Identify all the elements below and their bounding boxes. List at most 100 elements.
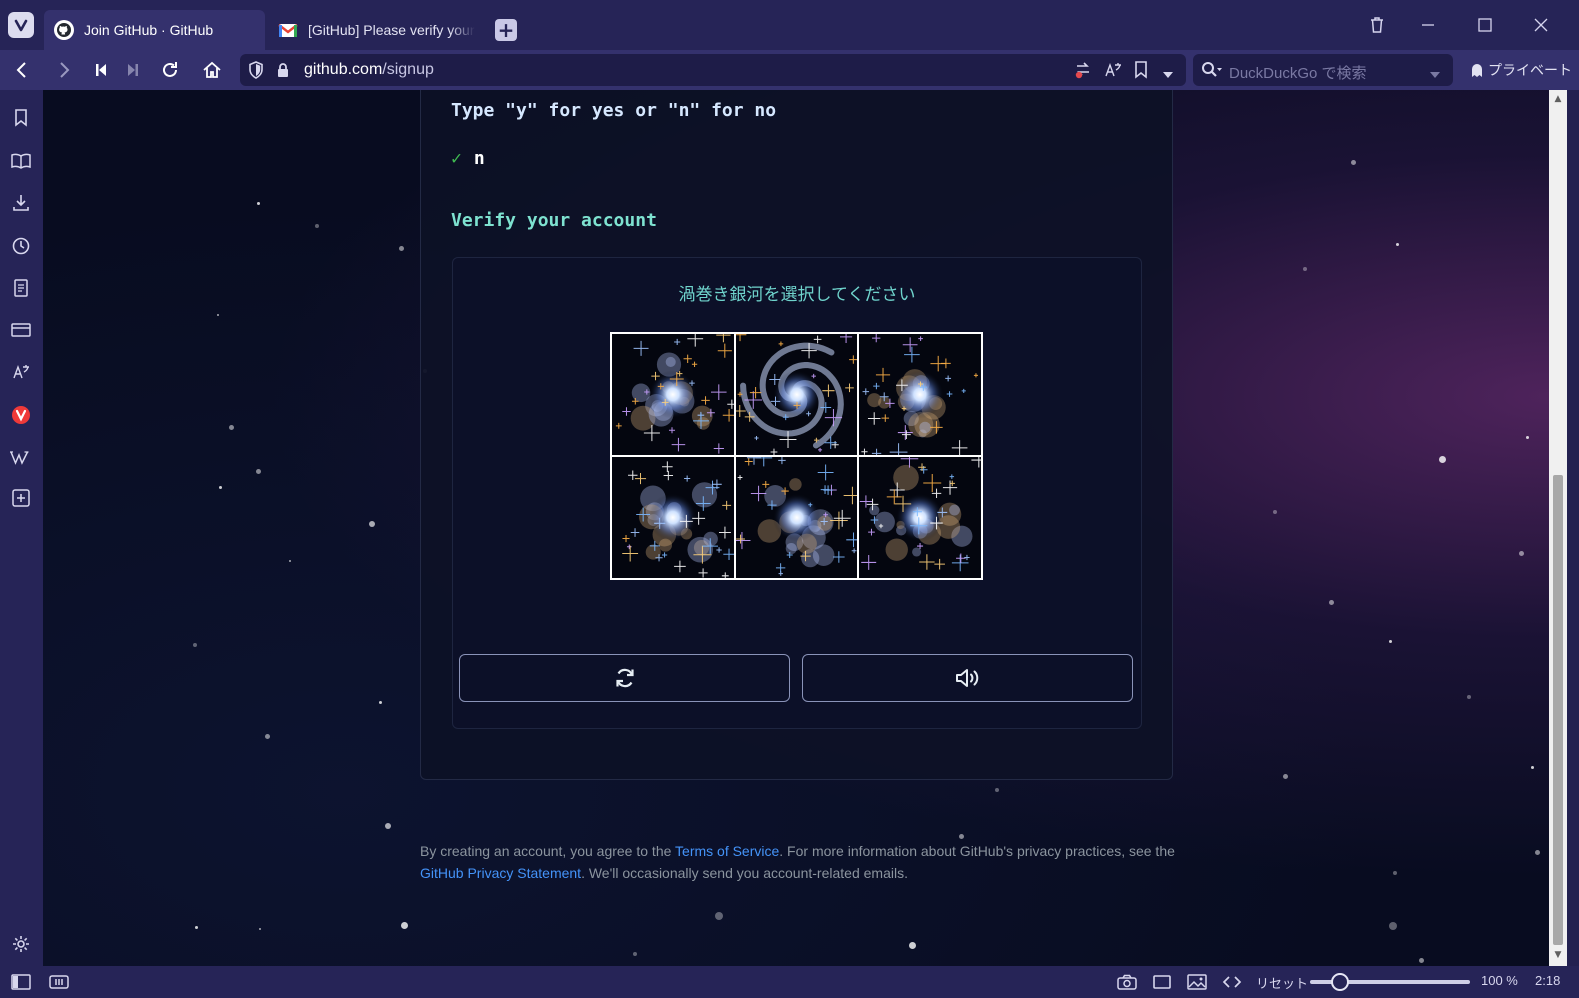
page-tiling-icon[interactable] — [1151, 972, 1173, 992]
private-label: プライベート — [1488, 62, 1572, 78]
captcha-image-grid — [610, 332, 983, 580]
window-panel-icon[interactable] — [8, 317, 34, 343]
privacy-statement-link[interactable]: GitHub Privacy Statement — [420, 865, 581, 881]
galaxy-tile-2[interactable] — [735, 334, 858, 455]
fast-forward-icon[interactable] — [119, 56, 147, 84]
translate-blocked-icon[interactable] — [1074, 61, 1092, 83]
star — [256, 469, 261, 474]
vivaldi-menu-icon[interactable] — [8, 12, 34, 38]
zoom-slider-knob[interactable] — [1331, 973, 1349, 991]
notes-icon[interactable] — [8, 275, 34, 301]
tab-join-github[interactable]: Join GitHub · GitHub — [44, 10, 265, 50]
star — [1303, 267, 1307, 271]
maximize-icon[interactable] — [1470, 12, 1500, 38]
vivaldi-web-panel-icon[interactable] — [8, 402, 34, 428]
terms-of-service-link[interactable]: Terms of Service — [675, 843, 779, 859]
galaxy-tile-1[interactable] — [612, 334, 734, 455]
galaxy-tile-4[interactable] — [612, 457, 734, 578]
answer-row: ✓ n — [451, 148, 485, 169]
images-icon[interactable] — [1186, 972, 1208, 992]
reload-icon[interactable] — [156, 56, 184, 84]
star — [715, 912, 723, 920]
home-icon[interactable] — [198, 56, 226, 84]
add-web-panel-icon[interactable] — [8, 485, 34, 511]
tab-github-verify-email[interactable]: [GitHub] Please verify your — [268, 10, 484, 50]
lock-icon[interactable] — [276, 62, 290, 82]
star — [399, 246, 404, 251]
star — [385, 823, 391, 829]
vertical-scrollbar[interactable]: ▲ ▼ — [1549, 90, 1567, 966]
galaxy-tile-3[interactable] — [859, 334, 981, 455]
star — [1393, 871, 1397, 875]
star — [1526, 436, 1529, 439]
galaxy-image — [859, 334, 981, 455]
star — [1531, 766, 1534, 769]
wikipedia-panel-icon[interactable] — [8, 444, 34, 470]
speaker-icon — [955, 669, 978, 687]
close-icon[interactable] — [1526, 12, 1556, 38]
star — [1283, 774, 1288, 779]
bookmarks-panel-icon[interactable] — [8, 105, 34, 131]
search-dropdown-icon[interactable] — [1429, 65, 1441, 84]
star — [1519, 551, 1524, 556]
refresh-icon — [615, 668, 634, 688]
search-icon[interactable] — [1201, 61, 1223, 83]
back-icon[interactable] — [8, 56, 36, 84]
star — [1535, 850, 1540, 855]
audio-captcha-button[interactable] — [802, 654, 1133, 702]
private-window-button[interactable]: プライベート — [1470, 56, 1572, 84]
galaxy-image — [735, 457, 858, 578]
star — [909, 942, 916, 949]
translate-panel-icon[interactable] — [8, 359, 34, 385]
side-panel — [0, 90, 43, 966]
tab-bar: Join GitHub · GitHub [GitHub] Please ver… — [0, 0, 1579, 50]
trash-icon[interactable] — [1362, 12, 1392, 38]
status-bar: リセット 100 % 2:18 — [0, 966, 1579, 998]
refresh-captcha-button[interactable] — [459, 654, 790, 702]
star — [401, 922, 408, 929]
clock: 2:18 — [1535, 973, 1561, 988]
star — [633, 952, 637, 956]
settings-gear-icon[interactable] — [8, 931, 34, 957]
star — [1389, 640, 1392, 643]
new-tab-button[interactable]: + — [495, 19, 517, 41]
galaxy-tile-5[interactable] — [735, 457, 858, 578]
star — [1467, 695, 1471, 699]
checkmark-icon: ✓ — [451, 148, 462, 169]
star — [995, 788, 999, 792]
toggle-panel-icon[interactable] — [10, 972, 32, 992]
galaxy-image — [859, 457, 981, 578]
forward-icon[interactable] — [50, 56, 78, 84]
zoom-reset-label[interactable]: リセット — [1256, 973, 1308, 992]
star — [1273, 510, 1277, 514]
star — [315, 224, 319, 228]
answer-value: n — [473, 148, 485, 169]
star — [265, 734, 270, 739]
star — [257, 202, 260, 205]
downloads-icon[interactable] — [8, 190, 34, 216]
star — [1351, 160, 1356, 165]
reading-list-icon[interactable] — [8, 148, 34, 174]
camera-icon[interactable] — [1116, 972, 1138, 992]
tab-tiling-icon[interactable] — [48, 972, 70, 992]
search-field[interactable]: DuckDuckGo で検索 — [1193, 54, 1453, 86]
url-path: /signup — [382, 61, 434, 78]
shield-icon[interactable] — [248, 61, 264, 83]
scrollbar-thumb[interactable] — [1553, 475, 1563, 945]
page-actions-icon[interactable] — [1221, 972, 1243, 992]
translate-icon[interactable] — [1104, 61, 1122, 83]
url-field[interactable]: github.com/signup — [240, 54, 1186, 86]
bookmark-icon[interactable] — [1134, 61, 1148, 83]
legal-text: By creating an account, you agree to the — [420, 843, 676, 859]
url-text: github.com/signup — [304, 61, 434, 79]
history-icon[interactable] — [8, 233, 34, 259]
scroll-up-arrow-icon[interactable]: ▲ — [1553, 94, 1563, 104]
chevron-down-icon[interactable] — [1162, 65, 1174, 84]
galaxy-tile-6[interactable] — [859, 457, 981, 578]
rewind-icon[interactable] — [87, 56, 115, 84]
github-icon — [54, 20, 74, 40]
gmail-icon — [278, 24, 298, 37]
minimize-icon[interactable] — [1413, 12, 1443, 38]
scroll-down-arrow-icon[interactable]: ▼ — [1553, 950, 1563, 960]
star — [959, 834, 964, 839]
